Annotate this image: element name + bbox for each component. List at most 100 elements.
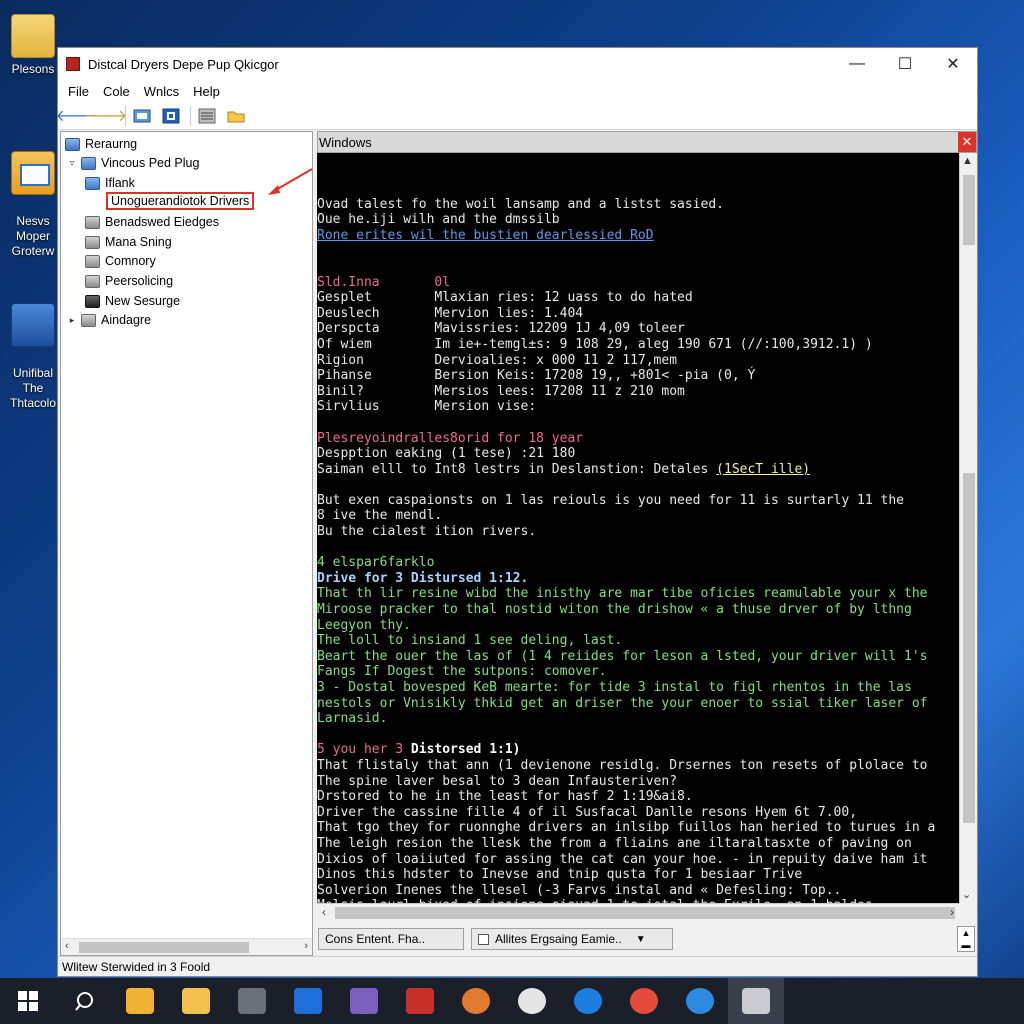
tree-item-label: Mana Sning xyxy=(105,235,172,249)
desktop-icon-unifibal[interactable]: Unifibal The Thtacolo xyxy=(4,288,62,411)
tree-item-root[interactable]: Reraurng xyxy=(65,135,137,153)
scroll-down-icon[interactable]: ⌄ xyxy=(962,888,971,901)
checkbox-icon[interactable] xyxy=(478,933,489,945)
console-line-text: Sld.Inna 0l xyxy=(317,274,451,290)
folder-icon[interactable] xyxy=(168,978,224,1024)
desktop-icon-plesons[interactable]: Plesons xyxy=(4,14,62,77)
desktop-icon-label: Nesvs Moper Groterw xyxy=(11,214,55,258)
tree-horizontal-scrollbar[interactable]: ‹ › xyxy=(61,938,312,955)
scroll-thumb[interactable] xyxy=(963,473,975,823)
file-explorer-icon-glyph xyxy=(126,988,154,1014)
desktop-icon-news[interactable]: Nesvs Moper Groterw xyxy=(4,136,62,259)
menu-cole[interactable]: Cole xyxy=(103,84,130,99)
close-button[interactable]: ✕ xyxy=(929,48,977,80)
cons-entent-button[interactable]: Cons Entent. Fha.. xyxy=(318,928,464,950)
tree-item-plug[interactable]: ▿ Vincous Ped Plug xyxy=(67,154,200,172)
console-line: Rigion Dervioalies: x 000 11 2 117,mem xyxy=(317,353,959,369)
menu-wnlcs[interactable]: Wnlcs xyxy=(144,84,179,99)
tree-item-label: Comnory xyxy=(105,254,156,268)
menu-file[interactable]: File xyxy=(68,84,89,99)
edge-icon-glyph xyxy=(686,988,714,1014)
tree-item-label: New Sesurge xyxy=(105,294,181,308)
console-line: Solverion Inenes the llesel (-3 Farvs in… xyxy=(317,883,959,899)
button-label: Cons Entent. Fha.. xyxy=(325,932,426,946)
annotation-arrow-icon xyxy=(268,168,313,195)
file-explorer-icon[interactable] xyxy=(112,978,168,1024)
app-icon xyxy=(66,57,80,71)
toolbar: 🡐 🡒 xyxy=(56,102,977,130)
console-line-text: The leigh resion the llesk the from a fl… xyxy=(317,835,912,851)
keyboard-icon xyxy=(85,235,100,249)
start-button[interactable] xyxy=(0,978,56,1024)
console-line: 3 - Dostal bovesped KeB mearte: for tide… xyxy=(317,680,959,696)
console-line-text: Dinos this hdster to Inevse and tnip qus… xyxy=(317,867,803,883)
device-manager-icon[interactable] xyxy=(728,978,784,1024)
console-horizontal-scrollbar[interactable]: ‹ › xyxy=(317,903,959,921)
tree-item-selected-drivers[interactable]: Unoguerandiotok Drivers xyxy=(106,192,255,210)
tree-item-aindagre[interactable]: ▸ Aindagre xyxy=(67,311,151,329)
shield-app-icon[interactable] xyxy=(224,978,280,1024)
console-line: Pihanse Bersion Keis: 17208 19,, +801< -… xyxy=(317,368,959,384)
blue-app-icon[interactable] xyxy=(280,978,336,1024)
resize-grip-icon[interactable]: ▲ ▬ xyxy=(957,926,975,952)
edge-icon[interactable] xyxy=(672,978,728,1024)
red-app-icon[interactable] xyxy=(392,978,448,1024)
tree-item-comnory[interactable]: Comnory xyxy=(85,252,156,270)
folder-icon xyxy=(11,14,55,58)
expand-icon[interactable]: ▸ xyxy=(67,315,77,326)
refresh-icon[interactable] xyxy=(158,105,184,127)
tree-item-benadswed[interactable]: Benadswed Eiedges xyxy=(85,213,219,231)
console-line: Bu the cialest ition rivers. xyxy=(317,524,959,540)
console-line-text: Drive for 3 Distursed 1:12. xyxy=(317,570,529,586)
device-tree: Reraurng ▿ Vincous Ped Plug Iflank Unogu… xyxy=(60,131,313,956)
allites-dropdown[interactable]: Allites Ergsaing Eamie.. ▼ xyxy=(471,928,673,950)
console-line: Oue he.iji wilh and the dmssilb xyxy=(317,212,959,228)
tree-item-new-sesurge[interactable]: New Sesurge xyxy=(85,292,180,310)
list-view-icon[interactable] xyxy=(194,105,220,127)
edge-legacy-icon[interactable] xyxy=(560,978,616,1024)
console-line-text: Larnasid. xyxy=(317,711,388,727)
collapse-icon[interactable]: ▿ xyxy=(67,158,77,169)
edge-legacy-icon-glyph xyxy=(574,988,602,1014)
scroll-left-icon[interactable]: ‹ xyxy=(322,905,326,919)
folder-icon-glyph xyxy=(182,988,210,1014)
scroll-thumb[interactable] xyxy=(79,942,249,953)
tree-item-mana[interactable]: Mana Sning xyxy=(85,233,172,251)
tree-item-peersolicing[interactable]: Peersolicing xyxy=(85,272,173,290)
console-line: Binil? Mersios lees: 17208 11 z 210 mom xyxy=(317,384,959,400)
maximize-button[interactable]: ☐ xyxy=(881,48,929,80)
console-line-text: Oue he.iji wilh and the dmssilb xyxy=(317,212,560,228)
scroll-right-icon[interactable]: › xyxy=(950,905,954,919)
menu-help[interactable]: Help xyxy=(193,84,220,99)
tree-item-iflank[interactable]: Iflank xyxy=(85,174,135,192)
properties-icon[interactable] xyxy=(129,105,155,127)
panel-close-button[interactable]: ✕ xyxy=(958,132,976,152)
scroll-left-icon[interactable]: ‹ xyxy=(65,940,69,952)
console-line-text: 3 - Dostal bovesped KeB mearte: for tide… xyxy=(317,680,912,695)
forward-icon[interactable]: 🡒 xyxy=(85,105,128,127)
scroll-right-icon[interactable]: › xyxy=(304,940,308,952)
console-output[interactable]: Ovad talest fo the woil lansamp and a li… xyxy=(317,153,959,903)
tree-item-label: Vincous Ped Plug xyxy=(101,156,200,170)
chrome-icon[interactable] xyxy=(616,978,672,1024)
app-icon xyxy=(11,303,55,347)
folder-icon[interactable] xyxy=(223,105,249,127)
console-line-text: Rigion Dervioalies: x 000 11 2 117,mem xyxy=(317,352,678,368)
bird-app-icon[interactable] xyxy=(504,978,560,1024)
mail-icon xyxy=(11,151,55,195)
console-line: 5 you her 3 Distorsed 1:1) xyxy=(317,742,959,758)
console-line-text: Binil? Mersios lees: 17208 11 z 210 mom xyxy=(317,383,685,399)
scroll-thumb[interactable] xyxy=(963,175,975,245)
scroll-up-icon[interactable]: ▲ xyxy=(962,155,973,167)
minimize-button[interactable]: — xyxy=(833,48,881,80)
search-button[interactable] xyxy=(56,978,112,1024)
status-text: Wlitew Sterwided in 3 Foold xyxy=(62,959,211,974)
device-manager-icon-glyph xyxy=(742,988,770,1014)
console-line: 8 ive the mendl. xyxy=(317,508,959,524)
scroll-thumb[interactable] xyxy=(335,907,955,919)
console-vertical-scrollbar[interactable]: ▲ ⌄ xyxy=(959,153,977,903)
badge-app-icon[interactable] xyxy=(448,978,504,1024)
purple-app-icon[interactable] xyxy=(336,978,392,1024)
console-line: Plesreyoindralles8orid for 18 year xyxy=(317,431,959,447)
